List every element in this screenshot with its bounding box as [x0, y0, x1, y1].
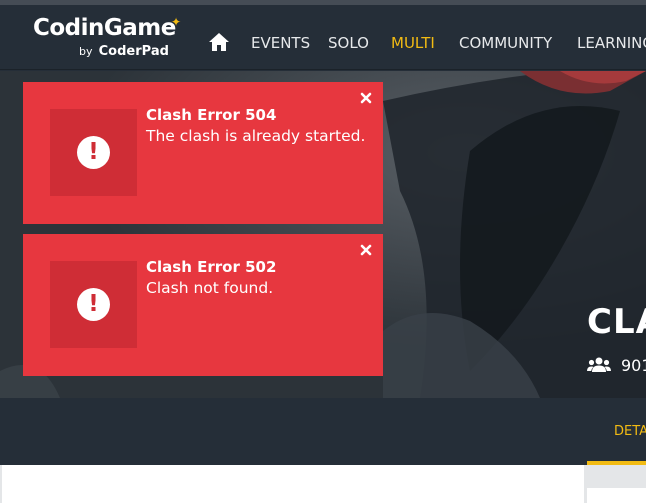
toast-message: Clash not found.	[146, 279, 274, 297]
nav-learning[interactable]: LEARNING	[577, 34, 646, 52]
error-toast: ! Clash Error 504 The clash is already s…	[23, 82, 383, 224]
users-icon	[587, 357, 611, 373]
tab-details[interactable]: DETA	[614, 424, 646, 439]
toast-title: Clash Error 502	[146, 258, 277, 276]
top-navbar: CodinGame ✦ by CoderPad EVENTS SOLO MULT…	[0, 5, 646, 70]
exclamation-circle-icon: !	[77, 288, 110, 321]
hero-title: CLA	[587, 302, 646, 342]
content-left-panel	[2, 465, 584, 503]
nav-solo[interactable]: SOLO	[328, 34, 369, 52]
logo-subtitle: by CoderPad	[79, 44, 169, 59]
toast-title: Clash Error 504	[146, 106, 277, 124]
content-card	[587, 488, 646, 503]
error-toast: ! Clash Error 502 Clash not found.	[23, 234, 383, 376]
tab-bar	[0, 398, 646, 465]
logo-wordmark: CodinGame	[33, 15, 176, 41]
nav-multi[interactable]: MULTI	[391, 34, 435, 52]
players-count: 901	[621, 356, 646, 375]
toast-message: The clash is already started.	[146, 127, 366, 145]
logo-by: by	[79, 45, 93, 58]
nav-community[interactable]: COMMUNITY	[459, 34, 552, 52]
nav-events[interactable]: EVENTS	[251, 34, 310, 52]
exclamation-circle-icon: !	[77, 136, 110, 169]
logo-coderpad: CoderPad	[98, 44, 169, 59]
codingame-logo[interactable]: CodinGame ✦ by CoderPad	[33, 15, 183, 63]
close-icon[interactable]	[360, 91, 372, 104]
toast-icon-box: !	[50, 261, 137, 348]
home-icon[interactable]	[208, 32, 230, 52]
close-icon[interactable]	[360, 243, 372, 256]
toast-icon-box: !	[50, 109, 137, 196]
logo-spark-icon: ✦	[171, 15, 182, 29]
